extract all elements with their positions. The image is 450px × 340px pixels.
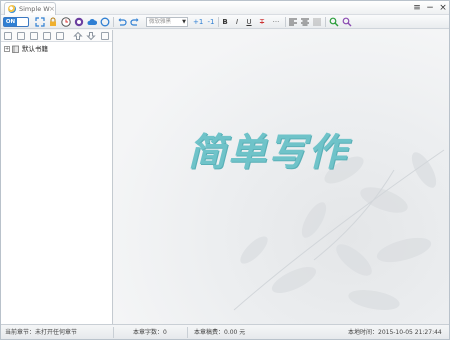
status-separator — [187, 327, 188, 338]
toolbar-separator — [218, 17, 219, 27]
book-icon — [12, 45, 19, 53]
redo-icon[interactable] — [130, 17, 140, 27]
replace-icon[interactable] — [342, 17, 352, 27]
chevron-down-icon: ▼ — [182, 19, 186, 25]
current-chapter-status: 当前章节：未打开任何章节 — [5, 329, 78, 336]
status-separator — [113, 327, 114, 338]
local-time: 本地时间：2015-10-05 21:27:44 — [348, 329, 442, 336]
book-tree-panel: + 默认书籍 — [1, 30, 113, 324]
new-volume-icon[interactable] — [17, 32, 25, 40]
font-size-decrease-button[interactable]: -1 — [206, 17, 216, 27]
expand-icon[interactable]: + — [4, 46, 10, 52]
font-family-value: 微软雅黑 — [149, 19, 172, 25]
refresh-icon[interactable] — [100, 17, 110, 27]
cloud-icon[interactable] — [87, 17, 97, 27]
move-up-icon[interactable] — [73, 31, 83, 41]
toolbar: ON 微软雅黑 ▼ +1 -1 B I U T ··· — [1, 15, 449, 29]
title-bar: Simple W × ≡ − × — [1, 1, 449, 15]
minimize-button[interactable]: − — [424, 2, 436, 14]
app-window: Simple W × ≡ − × ON 微软雅黑 ▼ +1 -1 B I U T… — [0, 0, 450, 340]
toggle-on-label: ON — [4, 18, 17, 26]
font-family-select[interactable]: 微软雅黑 ▼ — [146, 17, 188, 27]
rename-icon[interactable] — [43, 32, 51, 40]
toolbar-separator — [285, 17, 286, 27]
undo-icon[interactable] — [117, 17, 127, 27]
italic-button[interactable]: I — [232, 17, 242, 27]
chapter-word-count: 本章字数：0 — [133, 329, 167, 336]
search-icon[interactable] — [329, 17, 339, 27]
align-center-icon[interactable] — [300, 17, 310, 27]
chapter-royalty: 本章稿费：0.00 元 — [194, 329, 246, 336]
new-book-icon[interactable] — [4, 32, 12, 40]
target-icon[interactable] — [74, 17, 84, 27]
underline-button[interactable]: U — [244, 17, 254, 27]
tree-item-label: 默认书籍 — [22, 45, 48, 53]
move-down-icon[interactable] — [86, 31, 96, 41]
brand-watermark: 简单写作 — [188, 130, 349, 174]
clock-icon[interactable] — [61, 17, 71, 27]
tab-close-icon[interactable]: × — [49, 4, 55, 14]
tree-toolbar — [1, 30, 112, 42]
editor-area[interactable]: 简单写作 — [114, 30, 449, 324]
new-chapter-icon[interactable] — [30, 32, 38, 40]
close-button[interactable]: × — [437, 2, 449, 14]
bold-button[interactable]: B — [220, 17, 230, 27]
menu-button[interactable]: ≡ — [411, 2, 423, 14]
document-tab[interactable]: Simple W × — [4, 2, 56, 15]
fullscreen-icon[interactable] — [35, 17, 45, 27]
font-size-increase-button[interactable]: +1 — [193, 17, 203, 27]
toolbar-separator — [325, 17, 326, 27]
align-justify-icon[interactable] — [312, 17, 322, 27]
app-logo-icon — [8, 5, 16, 13]
strikethrough-button[interactable]: T — [257, 17, 267, 27]
collapse-panel-icon[interactable] — [101, 32, 109, 40]
delete-icon[interactable] — [56, 32, 64, 40]
toolbar-separator — [113, 17, 114, 27]
status-bar: 当前章节：未打开任何章节 本章字数：0 本章稿费：0.00 元 本地时间：201… — [1, 324, 449, 339]
mode-toggle[interactable]: ON — [3, 17, 29, 27]
more-button[interactable]: ··· — [270, 17, 282, 27]
lock-icon[interactable] — [48, 17, 58, 27]
tab-title: Simple W — [19, 5, 50, 13]
align-left-icon[interactable] — [288, 17, 298, 27]
